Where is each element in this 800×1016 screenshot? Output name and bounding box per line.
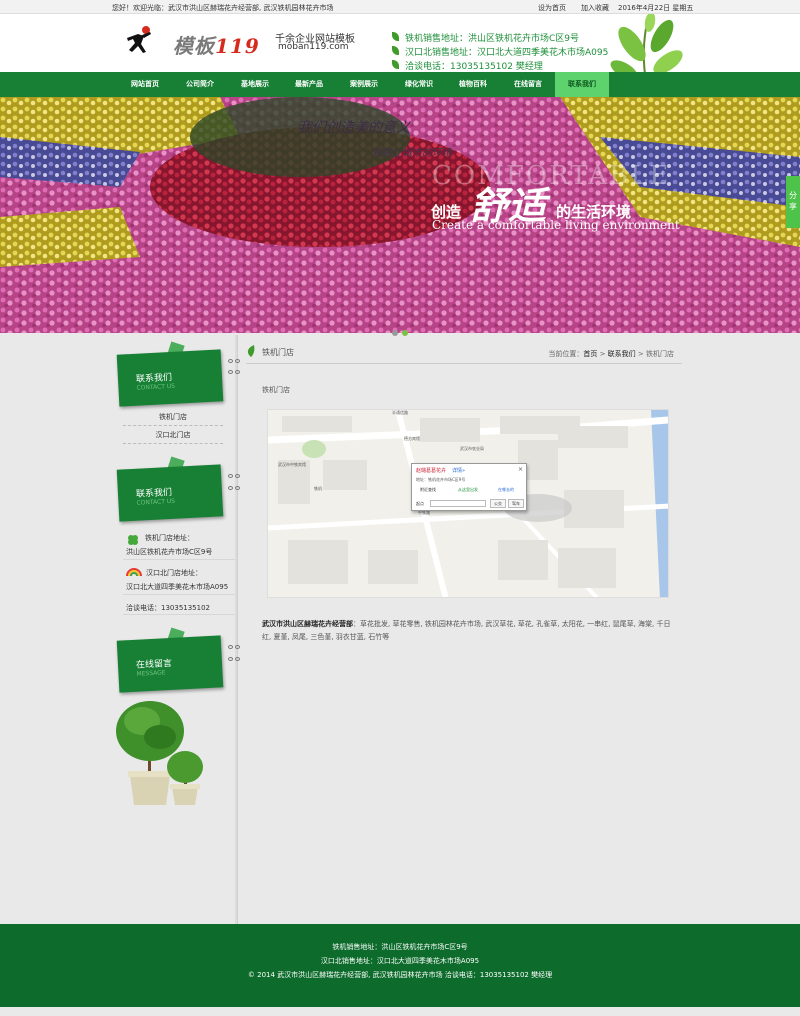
site-domain: moban119.com [278, 42, 349, 52]
box-subtitle: CONTACT US [136, 382, 176, 392]
clover-icon [126, 533, 140, 547]
map-info-window: 赵璐葛葛花卉 详情» × 地址：铁机花卉市场C区9号 附近查找 从这里出发 在哪… [411, 463, 527, 511]
box-subtitle: MESSAGE [136, 669, 166, 678]
hook-icon [228, 359, 242, 363]
banner-big-word: COMFORTABLE [432, 161, 671, 191]
breadcrumb-section[interactable]: 联系我们 [608, 350, 636, 358]
contact-box-header: 联系我们 CONTACT US [116, 349, 224, 407]
breadcrumb: 当前位置：首页 > 联系我们 > 铁机门店 [548, 350, 674, 358]
map-popup-title: 赵璐葛葛花卉 [416, 468, 447, 474]
map-opt-to-here[interactable]: 在哪去的 [498, 487, 514, 493]
hook-icon [228, 486, 242, 490]
hook-icon [228, 657, 242, 661]
map-origin-label: 起点 [416, 501, 424, 506]
footer: 铁机销售地址：洪山区铁机花卉市场C区9号 汉口北销售地址：汉口北大道四季美花木市… [0, 924, 800, 1007]
location-map[interactable]: 半通信路 德方宾馆 武汉市农业局 武汉市中铁宾馆 中铁路 铁机 赵璐葛葛花卉 详… [267, 409, 669, 598]
store2-address: 汉口北大道四季美花木市场A095 [126, 583, 229, 591]
potted-trees-image [112, 697, 208, 809]
company-description: 武汉市洪山区赫瑞花卉经营部：草花批发, 草花零售, 铁机园林花卉市场, 武汉草花… [262, 618, 672, 644]
footer-address-2: 汉口北销售地址：汉口北大道四季美花木市场A095 [320, 957, 480, 965]
banner-line2: 就是让城市的环境 [372, 148, 452, 159]
map-bus-button[interactable]: 公交 [490, 499, 506, 508]
main-nav: 网站首页 公司简介 基地展示 最新产品 案例展示 绿化常识 植物百科 在线留言 … [0, 72, 800, 97]
store1-address: 洪山区铁机花卉市场C区9号 [126, 548, 213, 556]
phone-contact: 洽谈电话：13035135102 樊经理 [405, 62, 543, 72]
company-name: 武汉市洪山区赫瑞花卉经营部 [262, 620, 353, 628]
sidebar-link-tieji[interactable]: 铁机门店 [123, 409, 223, 426]
nav-cases[interactable]: 案例展示 [339, 72, 389, 97]
nav-contact[interactable]: 联系我们 [555, 72, 609, 97]
breadcrumb-home[interactable]: 首页 [583, 350, 597, 358]
nav-home[interactable]: 网站首页 [120, 72, 170, 97]
banner-english: Create a comfortable living environment [432, 218, 680, 232]
breadcrumb-prefix: 当前位置： [548, 350, 584, 358]
map-label: 半通信路 [392, 410, 408, 415]
logo-runner-icon[interactable] [124, 24, 158, 58]
nav-base[interactable]: 基地展示 [230, 72, 280, 97]
map-opt-nearby[interactable]: 附近查找 [420, 487, 436, 493]
breadcrumb-bar: 铁机门店 当前位置：首页 > 联系我们 > 铁机门店 [246, 342, 682, 364]
nav-products[interactable]: 最新产品 [284, 72, 334, 97]
nav-encyclopedia[interactable]: 植物百科 [448, 72, 498, 97]
address-tieji: 铁机销售地址：洪山区铁机花卉市场C区9号 [405, 34, 580, 44]
map-origin-input[interactable] [430, 500, 486, 507]
nav-about[interactable]: 公司简介 [175, 72, 225, 97]
map-label: 铁机 [314, 486, 322, 491]
map-popup-address: 地址：铁机花卉市场C区9号 [416, 477, 466, 482]
breadcrumb-current: 铁机门店 [646, 350, 674, 358]
hero-banner: 我们创造美的意义 就是让城市的环境 COMFORTABLE 创造 舒适 的生活环… [0, 97, 800, 333]
page-subtitle: 铁机门店 [262, 386, 290, 394]
address-hankoubei: 汉口北销售地址：汉口北大道四季美花木市场A095 [405, 48, 609, 58]
hook-icon [228, 474, 242, 478]
top-bar: 您好！欢迎光临：武汉市洪山区赫瑞花卉经营部, 武汉铁机园林花卉市场 设为首页 加… [0, 0, 800, 14]
hook-icon [228, 645, 242, 649]
sidebar-phone: 洽谈电话：13035135102 [126, 604, 210, 612]
divider [123, 614, 235, 615]
map-drive-button[interactable]: 驾车 [508, 499, 524, 508]
store2-label: 汉口北门店地址： [146, 569, 202, 577]
logo-text-main: 模板 [173, 34, 215, 58]
close-icon[interactable]: × [518, 466, 523, 473]
divider [123, 559, 235, 560]
hook-icon [228, 370, 242, 374]
leaf-icon [246, 345, 256, 357]
logo-text-number: 119 [215, 34, 260, 58]
welcome-text: 您好！欢迎光临：武汉市洪山区赫瑞花卉经营部, 武汉铁机园林花卉市场 [112, 4, 334, 12]
nav-knowledge[interactable]: 绿化常识 [394, 72, 444, 97]
share-tab[interactable]: 分享 [786, 176, 800, 228]
map-opt-from-here[interactable]: 从这里出发 [458, 487, 478, 493]
nav-message[interactable]: 在线留言 [503, 72, 553, 97]
contact-box2-header: 联系我们 CONTACT US [116, 464, 224, 522]
footer-address-1: 铁机销售地址：洪山区铁机花卉市场C区9号 [332, 943, 468, 951]
section-title: 铁机门店 [262, 348, 294, 357]
box-title: 在线留言 [135, 658, 173, 671]
map-label: 武汉市中铁宾馆 [278, 462, 306, 467]
rainbow-icon [126, 564, 142, 577]
sidebar-divider [235, 335, 238, 925]
date-text: 2016年4月22日 星期五 [618, 4, 694, 12]
message-box-header[interactable]: 在线留言 MESSAGE [116, 635, 224, 693]
map-label: 武汉市农业局 [460, 446, 484, 451]
store1-label: 铁机门店地址： [145, 534, 194, 542]
map-label: 德方宾馆 [404, 436, 420, 441]
footer-copyright: © 2014 武汉市洪山区赫瑞花卉经营部, 武汉铁机园林花卉市场 洽谈电话：13… [247, 971, 553, 979]
set-home-link[interactable]: 设为首页 [538, 3, 566, 13]
carousel-dot-1[interactable] [392, 330, 398, 336]
add-favorite-link[interactable]: 加入收藏 [581, 3, 609, 13]
map-popup-detail-link[interactable]: 详情» [452, 467, 465, 474]
banner-line1: 我们创造美的意义 [298, 120, 410, 136]
carousel-dot-2[interactable] [402, 330, 408, 336]
logo-text[interactable]: 模板119 [173, 30, 260, 59]
sidebar-link-hankoubei[interactable]: 汉口北门店 [123, 427, 223, 444]
box-subtitle: CONTACT US [136, 497, 176, 507]
divider [123, 594, 235, 595]
